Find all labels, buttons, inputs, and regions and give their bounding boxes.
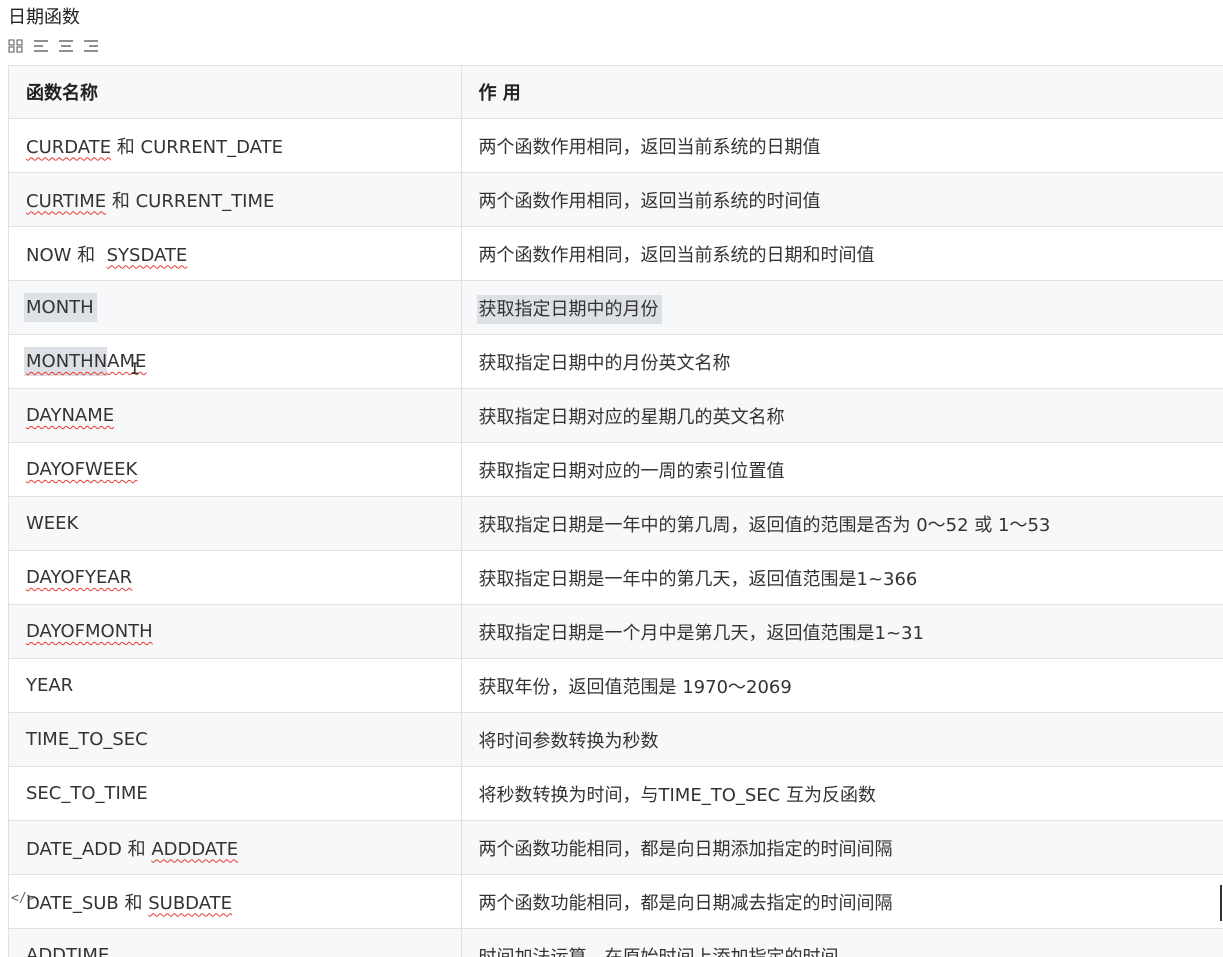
scrollbar-thumb[interactable] xyxy=(1220,885,1222,921)
date-functions-table-container: 函数名称 作 用 CURDATE 和 CURRENT_DATE 两个函数作用相同… xyxy=(8,65,1223,957)
align-left-icon[interactable] xyxy=(33,39,49,53)
page-title: 日期函数 xyxy=(8,5,80,31)
table-row: DAYOFMONTH 获取指定日期是一个月中是第几天，返回值范围是1~31 xyxy=(9,605,1223,659)
function-name-part: 和 CURRENT_TIME xyxy=(106,191,274,212)
text-cursor-icon: I xyxy=(130,359,140,378)
header-purpose: 作 用 xyxy=(461,66,1223,119)
table-row: TIME_TO_SEC 将时间参数转换为秒数 xyxy=(9,713,1223,767)
function-desc-cell[interactable]: 获取指定日期是一年中的第几周，返回值的范围是否为 0〜52 或 1〜53 xyxy=(461,497,1223,551)
function-name-part: SUBDATE xyxy=(148,893,232,914)
function-desc-cell[interactable]: 获取指定日期对应的星期几的英文名称 xyxy=(461,389,1223,443)
table-row: DAYOFYEAR 获取指定日期是一年中的第几天，返回值范围是1~366 xyxy=(9,551,1223,605)
table-row: MONTH 获取指定日期中的月份 xyxy=(9,281,1223,335)
function-desc-cell[interactable]: 获取指定日期对应的一周的索引位置值 xyxy=(461,443,1223,497)
function-name-part: DATE_ADD 和 xyxy=(26,839,151,860)
function-name-cell[interactable]: YEAR xyxy=(9,659,461,713)
function-name-part: DAYOFWEEK xyxy=(26,459,137,480)
align-right-icon[interactable] xyxy=(83,39,99,53)
table-row: DATE_SUB 和 SUBDATE 两个函数功能相同，都是向日期减去指定的时间… xyxy=(9,875,1223,929)
function-name-part: 和 CURRENT_DATE xyxy=(111,137,283,158)
table-row: DAYOFWEEK 获取指定日期对应的一周的索引位置值 xyxy=(9,443,1223,497)
function-desc-cell[interactable]: 两个函数作用相同，返回当前系统的日期值 xyxy=(461,119,1223,173)
function-desc-cell[interactable]: 两个函数作用相同，返回当前系统的日期和时间值 xyxy=(461,227,1223,281)
table-row: WEEK 获取指定日期是一年中的第几周，返回值的范围是否为 0〜52 或 1〜5… xyxy=(9,497,1223,551)
function-name-cell[interactable]: MONTHNAME xyxy=(9,335,461,389)
table-row: NOW 和 SYSDATE 两个函数作用相同，返回当前系统的日期和时间值 xyxy=(9,227,1223,281)
function-desc-cell[interactable]: 两个函数功能相同，都是向日期添加指定的时间间隔 xyxy=(461,821,1223,875)
header-function-name: 函数名称 xyxy=(9,66,461,119)
table-row: ADDTIME 时间加法运算，在原始时间上添加指定的时间 xyxy=(9,929,1223,957)
selected-text: MONTHN xyxy=(24,347,107,376)
function-desc-cell[interactable]: 获取指定日期中的月份英文名称 xyxy=(461,335,1223,389)
function-name-cell[interactable]: DAYNAME xyxy=(9,389,461,443)
function-name-cell[interactable]: CURTIME 和 CURRENT_TIME xyxy=(9,173,461,227)
function-name-part: NOW 和 xyxy=(26,245,107,266)
function-name-cell[interactable]: DAYOFWEEK xyxy=(9,443,461,497)
function-name-part: CURTIME xyxy=(26,191,106,212)
function-name-cell[interactable]: DATE_SUB 和 SUBDATE xyxy=(9,875,461,929)
function-desc-cell[interactable]: 将秒数转换为时间，与TIME_TO_SEC 互为反函数 xyxy=(461,767,1223,821)
function-desc-cell[interactable]: 获取指定日期是一个月中是第几天，返回值范围是1~31 xyxy=(461,605,1223,659)
function-name-part: DAYNAME xyxy=(26,405,114,426)
align-center-icon[interactable] xyxy=(58,39,74,53)
table-row: DATE_ADD 和 ADDDATE 两个函数功能相同，都是向日期添加指定的时间… xyxy=(9,821,1223,875)
function-name-cell[interactable]: MONTH xyxy=(9,281,461,335)
table-header-row: 函数名称 作 用 xyxy=(9,66,1223,119)
table-row: MONTHNAME 获取指定日期中的月份英文名称 xyxy=(9,335,1223,389)
function-desc-cell[interactable]: 获取指定日期是一年中的第几天，返回值范围是1~366 xyxy=(461,551,1223,605)
table-toolbar xyxy=(8,37,99,55)
code-block-icon[interactable]: </> xyxy=(11,891,34,906)
function-name-cell[interactable]: TIME_TO_SEC xyxy=(9,713,461,767)
function-name-part: CURDATE xyxy=(26,137,111,158)
function-desc-cell[interactable]: 两个函数作用相同，返回当前系统的时间值 xyxy=(461,173,1223,227)
function-desc-cell[interactable]: 两个函数功能相同，都是向日期减去指定的时间间隔 xyxy=(461,875,1223,929)
table-row: CURDATE 和 CURRENT_DATE 两个函数作用相同，返回当前系统的日… xyxy=(9,119,1223,173)
grid-icon[interactable] xyxy=(8,39,24,53)
function-name-part: SYSDATE xyxy=(107,245,188,266)
function-name-part: ADDDATE xyxy=(151,839,238,860)
table-row: YEAR 获取年份，返回值范围是 1970〜2069 xyxy=(9,659,1223,713)
function-name-cell[interactable]: DAYOFYEAR xyxy=(9,551,461,605)
function-name-cell[interactable]: SEC_TO_TIME xyxy=(9,767,461,821)
function-desc-cell[interactable]: 获取年份，返回值范围是 1970〜2069 xyxy=(461,659,1223,713)
function-name-cell[interactable]: ADDTIME xyxy=(9,929,461,957)
function-desc-cell[interactable]: 将时间参数转换为秒数 xyxy=(461,713,1223,767)
function-name-part: DAYOFYEAR xyxy=(26,567,132,588)
function-name-cell[interactable]: NOW 和 SYSDATE xyxy=(9,227,461,281)
selected-text: 获取指定日期中的月份 xyxy=(477,295,662,324)
table-row: DAYNAME 获取指定日期对应的星期几的英文名称 xyxy=(9,389,1223,443)
function-name-cell[interactable]: WEEK xyxy=(9,497,461,551)
function-name-cell[interactable]: CURDATE 和 CURRENT_DATE xyxy=(9,119,461,173)
function-desc-cell[interactable]: 时间加法运算，在原始时间上添加指定的时间 xyxy=(461,929,1223,957)
table-row: CURTIME 和 CURRENT_TIME 两个函数作用相同，返回当前系统的时… xyxy=(9,173,1223,227)
function-name-cell[interactable]: DAYOFMONTH xyxy=(9,605,461,659)
function-name-cell[interactable]: DATE_ADD 和 ADDDATE xyxy=(9,821,461,875)
function-desc-cell[interactable]: 获取指定日期中的月份 xyxy=(461,281,1223,335)
function-name-part: DAYOFMONTH xyxy=(26,621,153,642)
date-functions-table: 函数名称 作 用 CURDATE 和 CURRENT_DATE 两个函数作用相同… xyxy=(9,66,1223,957)
function-name-part: AME xyxy=(107,351,146,372)
table-row: SEC_TO_TIME 将秒数转换为时间，与TIME_TO_SEC 互为反函数 xyxy=(9,767,1223,821)
function-name-part: DATE_SUB 和 xyxy=(26,893,148,914)
selected-text: MONTH xyxy=(24,293,97,322)
